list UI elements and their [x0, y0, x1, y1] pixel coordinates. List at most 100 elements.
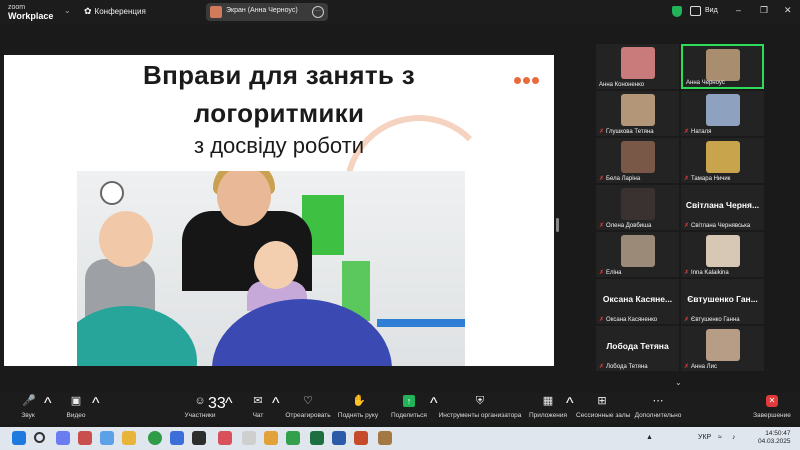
slide-title-line1: Вправи для занять з [143, 60, 415, 90]
host-tools-label: Инструменты организатора [438, 412, 522, 419]
participant-tile[interactable]: Оксана Касяне... ✗ Оксана Касяненко [596, 279, 679, 324]
volume-icon[interactable]: ♪ [732, 434, 736, 441]
share-options-chevron[interactable]: ^ [430, 395, 438, 413]
view-label[interactable]: Вид [705, 7, 718, 14]
muted-mic-icon: ✗ [684, 364, 690, 370]
participant-tile[interactable]: ✗ Глушкова Тетяна [596, 91, 679, 136]
shared-slide: Вправи для занять з логоритмики з досвід… [4, 55, 554, 366]
participant-display-name: Світлана Черня... [685, 200, 760, 210]
muted-mic-icon: 🎤 [22, 395, 36, 407]
participant-video [620, 47, 655, 79]
word-icon[interactable] [332, 431, 346, 445]
participant-video [705, 49, 740, 81]
wifi-icon[interactable]: ≈ [718, 434, 722, 441]
keyboard-language[interactable]: УКР [698, 434, 711, 441]
decor-dots [514, 71, 541, 89]
chevron-down-icon[interactable]: ⌄ [64, 6, 71, 15]
logo-workplace-text: Workplace [8, 11, 54, 21]
app-icon[interactable] [242, 431, 256, 445]
muted-mic-icon: ✗ [684, 129, 690, 135]
audio-button[interactable]: 🎤 Звук [14, 395, 42, 419]
zoom-active-icon[interactable] [218, 431, 232, 445]
gallery-next-page-icon[interactable]: ⌄ [675, 378, 682, 387]
apps-button[interactable]: ▦ Приложения [528, 395, 568, 419]
close-icon[interactable]: ✕ [784, 5, 792, 16]
chrome-icon[interactable] [148, 431, 162, 445]
app-icon[interactable] [170, 431, 184, 445]
video-options-chevron[interactable]: ^ [92, 395, 100, 413]
video-button[interactable]: ▣ Видео [62, 395, 90, 419]
participant-tile[interactable]: ✗ Тамара Ничик [681, 138, 764, 183]
app-icon[interactable] [286, 431, 300, 445]
participant-name: ✗ Бела Ларіна [599, 176, 641, 182]
minimize-icon[interactable]: – [736, 5, 741, 15]
reactions-button[interactable]: ♡ Отреагировать [284, 395, 332, 419]
app-icon[interactable] [122, 431, 136, 445]
end-meeting-button[interactable]: ✕ Завершение [752, 395, 792, 419]
participants-options-chevron[interactable]: ^ [225, 395, 233, 413]
apps-label: Приложения [528, 412, 568, 419]
participant-tile[interactable]: Анна Кононенко [596, 44, 679, 89]
participant-tile[interactable]: ✗ Еліна [596, 232, 679, 277]
participant-tile[interactable]: Світлана Черня... ✗ Світлана Чернявська [681, 185, 764, 230]
conference-menu[interactable]: ✿ Конференция [84, 6, 146, 17]
windows-start-icon[interactable] [12, 431, 26, 445]
participant-name: ✗ Еліна [599, 270, 622, 276]
participant-tile[interactable]: Лобода Тетяна ✗ Лобода Тетяна [596, 326, 679, 371]
app-icon[interactable] [100, 431, 114, 445]
muted-mic-icon: ✗ [599, 129, 605, 135]
tray-icons[interactable]: ▲ [646, 434, 653, 441]
participant-tile[interactable]: Євтушенко Ган... ✗ Євтушенко Ганна [681, 279, 764, 324]
muted-mic-icon: ✗ [599, 364, 605, 370]
muted-mic-icon: ✗ [599, 223, 605, 229]
participant-tile[interactable]: ✗ Наталя [681, 91, 764, 136]
audio-options-chevron[interactable]: ^ [44, 395, 52, 413]
search-icon[interactable] [34, 432, 45, 443]
audio-label: Звук [21, 412, 35, 419]
participant-tile[interactable]: ✗ Анна Лис [681, 326, 764, 371]
participant-video [705, 235, 740, 267]
app-icon[interactable] [78, 431, 92, 445]
participant-tile[interactable]: ✗ Олена Довбиша [596, 185, 679, 230]
powerpoint-icon[interactable] [354, 431, 368, 445]
view-grid-icon[interactable] [690, 6, 701, 16]
app-icon[interactable] [378, 431, 392, 445]
security-shield-icon[interactable] [672, 6, 682, 17]
excel-icon[interactable] [310, 431, 324, 445]
more-options-icon[interactable]: ··· [312, 6, 324, 18]
participant-video [620, 188, 655, 220]
host-tools-button[interactable]: ⛨ Инструменты организатора [438, 395, 522, 419]
app-icon[interactable] [192, 431, 206, 445]
chat-button[interactable]: ✉ Чат [248, 395, 268, 419]
taskbar-clock[interactable]: 14:50:47 04.03.2025 [758, 430, 791, 446]
breakout-rooms-button[interactable]: ⊞ Сессионные залы [576, 395, 630, 419]
participant-tile-active-speaker[interactable]: Анна Черноус [681, 44, 764, 89]
participant-video [705, 329, 740, 361]
chat-label: Чат [252, 412, 264, 419]
heart-icon: ♡ [303, 395, 313, 407]
participant-tile[interactable]: ✗ Бела Ларіна [596, 138, 679, 183]
chat-options-chevron[interactable]: ^ [272, 395, 280, 413]
participant-name: ✗ Тамара Ничик [684, 176, 731, 182]
muted-mic-icon: ✗ [599, 176, 605, 182]
share-arrow-icon: ↑ [403, 395, 415, 407]
raise-hand-label: Поднять руку [337, 412, 379, 419]
zoom-window: zoom Workplace ⌄ ✿ Конференция Экран (Анн… [0, 0, 800, 450]
copilot-icon[interactable] [56, 431, 70, 445]
participant-video [620, 235, 655, 267]
screen-share-indicator[interactable]: Экран (Анна Черноус) ··· [206, 3, 328, 21]
raise-hand-button[interactable]: ✋ Поднять руку [336, 395, 380, 419]
participant-name: ✗ Наталя [684, 129, 712, 135]
splitter-handle[interactable] [556, 218, 559, 232]
chat-icon: ✉ [253, 395, 263, 407]
video-label: Видео [66, 412, 86, 419]
participants-label: Участники [184, 412, 216, 419]
apps-options-chevron[interactable]: ^ [566, 395, 574, 413]
file-explorer-icon[interactable] [264, 431, 278, 445]
participant-name: Анна Кононенко [599, 82, 645, 88]
participant-tile[interactable]: ✗ Inna Kalaikina [681, 232, 764, 277]
hand-icon: ✋ [352, 395, 366, 407]
share-screen-button[interactable]: ↑ Поделиться [388, 395, 430, 419]
more-button[interactable]: ⋯ Дополнительно [634, 395, 682, 419]
restore-icon[interactable]: ❐ [760, 5, 768, 16]
